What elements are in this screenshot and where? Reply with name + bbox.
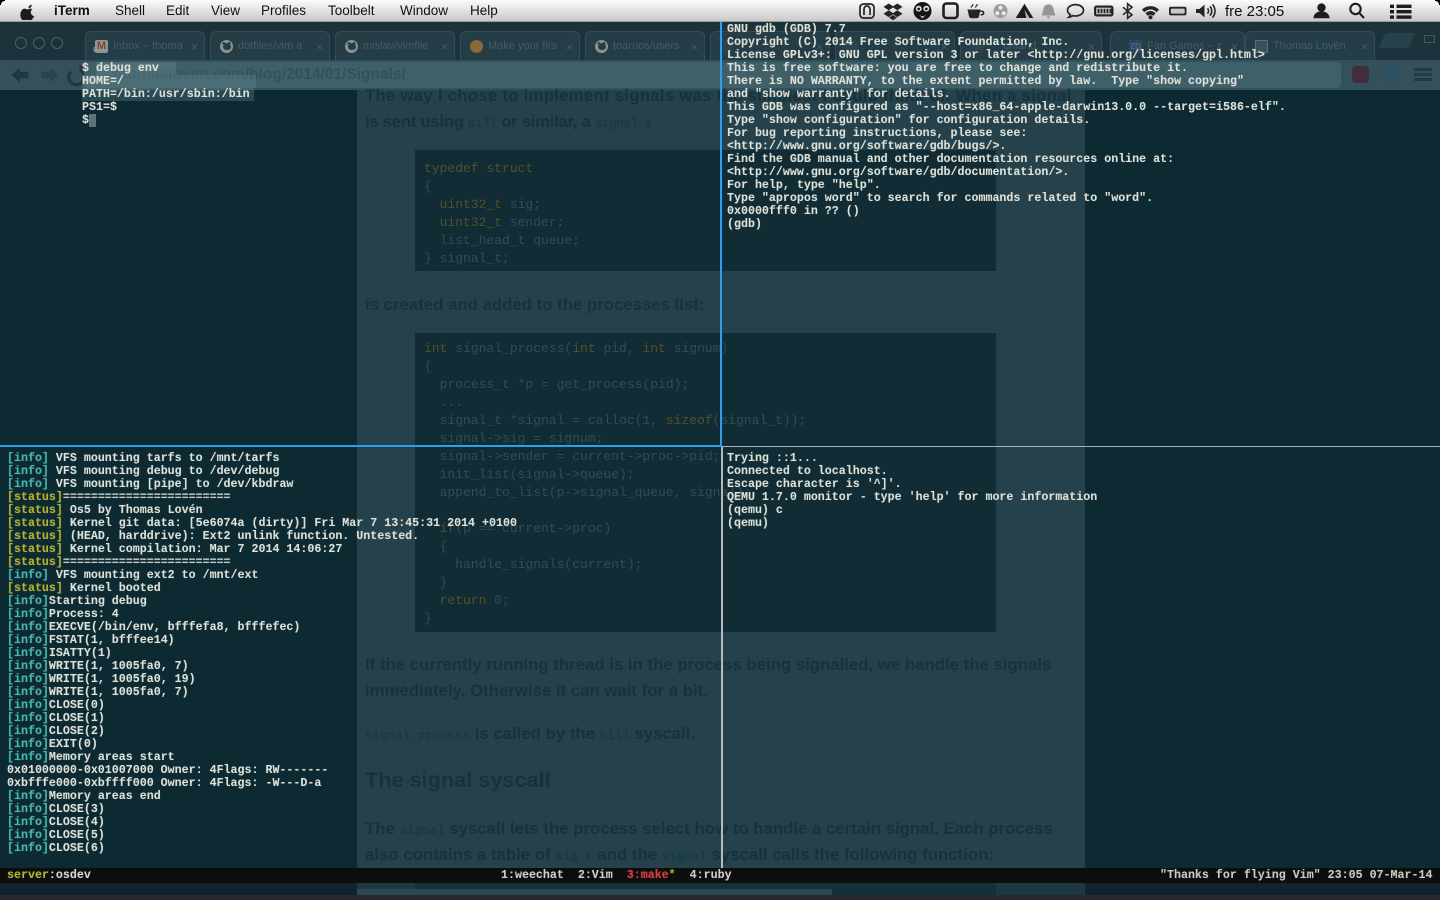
- svg-text:fre 23:05: fre 23:05: [1225, 3, 1284, 20]
